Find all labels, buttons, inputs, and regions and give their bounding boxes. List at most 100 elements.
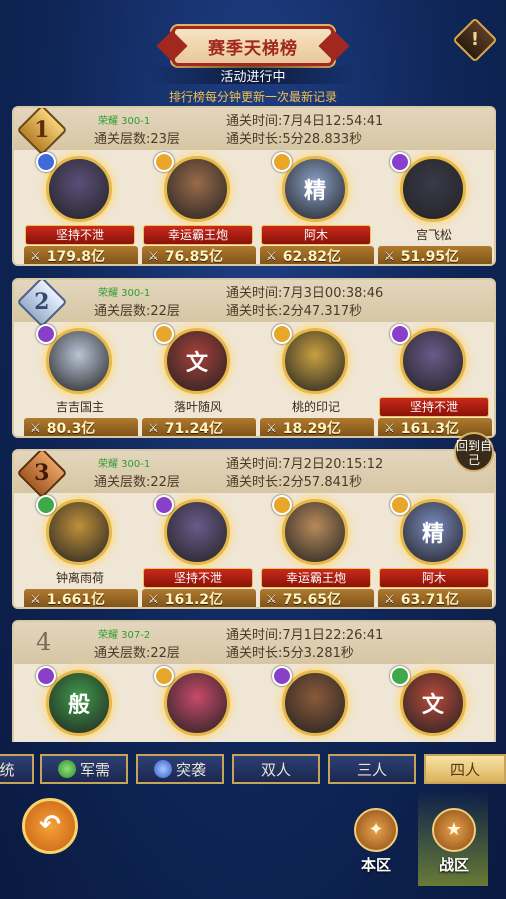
team-member[interactable]: 吉吉国主 ⚔ 80.3亿 [20, 322, 140, 436]
glory-tag: 荣耀 307-2 [98, 630, 151, 641]
rank-card[interactable]: 2 荣耀 300-1 通关层数:22层 通关时间:7月3日00:38:46 通关… [12, 278, 496, 438]
rank-number: 2 [34, 289, 50, 315]
team-member[interactable]: 精 阿木 ⚔ 63.71亿 [374, 493, 494, 607]
clear-layers: 通关层数:23层 [94, 132, 180, 147]
team-member[interactable]: 幸运霸王炮 ⚔ 75.65亿 [256, 493, 376, 608]
clear-layers: 通关层数:22层 [94, 304, 180, 319]
alert-icon[interactable]: ! [452, 17, 498, 63]
rank-number: 4 [36, 628, 52, 656]
faction-purple-icon [272, 666, 292, 686]
sword-icon: ⚔ [384, 421, 395, 435]
glory-tag: 荣耀 300-1 [98, 459, 151, 470]
faction-gold-icon [154, 152, 174, 172]
faction-purple-icon [154, 495, 174, 515]
hero-avatar [46, 156, 112, 222]
card-header: 3 荣耀 300-1 通关层数:22层 通关时间:7月2日20:15:12 通关… [14, 451, 494, 499]
player-name: 钟离雨荷 [55, 571, 104, 585]
sword-icon: ⚔ [148, 592, 159, 606]
power-value: ⚔ 62.82亿 [260, 246, 374, 264]
team-member[interactable]: 坚持不泄 ⚔ 179.8亿 [20, 150, 140, 265]
team-member[interactable] [256, 664, 376, 742]
rank-card[interactable]: 4 荣耀 307-2 通关层数:22层 通关时间:7月1日22:26:41 通关… [12, 620, 496, 742]
team-member[interactable]: 幸运霸王炮 ⚔ 76.85亿 [138, 150, 258, 265]
team-member[interactable] [138, 664, 258, 742]
team-member[interactable]: 坚持不泄 ⚔ 161.2亿 [138, 493, 258, 608]
clear-duration: 通关时长:5分28.833秒 [226, 132, 363, 147]
filter-tab[interactable]: 双人 [232, 754, 320, 784]
local-zone-button[interactable]: ✦ 本区 [350, 808, 402, 880]
local-zone-icon: ✦ [354, 808, 398, 852]
team-member[interactable]: 宫飞松 ⚔ 51.95亿 [374, 150, 494, 264]
hero-avatar [282, 670, 348, 736]
rank-card[interactable]: 3 荣耀 300-1 通关层数:22层 通关时间:7月2日20:15:12 通关… [12, 449, 496, 609]
team-members: 般 文 [14, 664, 494, 742]
team-member[interactable]: 精 阿木 ⚔ 62.82亿 [256, 150, 376, 264]
back-button[interactable]: ↶ [22, 798, 78, 854]
sword-icon: ⚔ [30, 421, 41, 435]
leaderboard-list[interactable]: 1 荣耀 300-1 通关层数:23层 通关时间:7月4日12:54:41 通关… [8, 106, 498, 742]
team-member[interactable]: 文 [374, 664, 494, 742]
power-text: 76.85亿 [164, 249, 224, 265]
glory-tag: 荣耀 300-1 [98, 288, 151, 299]
sword-icon: ⚔ [266, 592, 277, 606]
power-text: 75.65亿 [282, 592, 342, 608]
filter-tab[interactable]: 军需 [40, 754, 128, 784]
rank-card[interactable]: 1 荣耀 300-1 通关层数:23层 通关时间:7月4日12:54:41 通关… [12, 106, 496, 266]
hero-avatar [400, 328, 466, 394]
power-text: 161.3亿 [400, 421, 460, 437]
power-text: 71.24亿 [164, 421, 224, 437]
power-value: ⚔ 75.65亿 [260, 589, 374, 608]
header: 赛季天梯榜 活动进行中 排行榜每分钟更新一次最新记录 ! [0, 0, 506, 108]
glory-tag: 荣耀 300-1 [98, 116, 151, 127]
team-members: 钟离雨荷 ⚔ 1.661亿 坚持不泄 ⚔ 161.2亿 幸运霸王炮 ⚔ 75.65亿 … [14, 493, 494, 608]
filter-label: 突袭 [175, 760, 206, 779]
clear-duration: 通关时长:2分47.317秒 [226, 304, 363, 319]
filter-tab[interactable]: 突袭 [136, 754, 224, 784]
hero-avatar: 文 [164, 328, 230, 394]
team-member[interactable]: 文 落叶随风 ⚔ 71.24亿 [138, 322, 258, 437]
local-zone-label: 本区 [360, 856, 391, 874]
war-zone-label: 战区 [438, 856, 469, 874]
power-text: 161.2亿 [164, 592, 224, 608]
team-member[interactable]: 般 [20, 664, 140, 742]
power-text: 179.8亿 [46, 249, 106, 265]
war-zone-button[interactable]: ★ 战区 [428, 808, 480, 880]
filter-label: 统 [0, 760, 15, 779]
card-header: 1 荣耀 300-1 通关层数:23层 通关时间:7月4日12:54:41 通关… [14, 108, 494, 156]
filter-tab[interactable]: 四人 [424, 754, 506, 784]
rank-badge-icon: 1 [16, 108, 68, 156]
filter-tab[interactable]: 三人 [328, 754, 416, 784]
sword-icon: ⚔ [148, 249, 159, 263]
bottom-nav: ↶ ✦ 本区 ★ 战区 [0, 790, 506, 899]
team-member[interactable]: 桃的印记 ⚔ 18.29亿 [256, 322, 376, 437]
return-to-self-button[interactable]: 回到自己 [454, 432, 494, 472]
team-members: 吉吉国主 ⚔ 80.3亿 文 落叶随风 ⚔ 71.24亿 桃的印记 ⚔ 18.29亿 … [14, 322, 494, 437]
avatar-glyph: 文 [421, 693, 444, 718]
hero-avatar [282, 499, 348, 565]
team-member[interactable]: 钟离雨荷 ⚔ 1.661亿 [20, 493, 140, 608]
hero-avatar [400, 156, 466, 222]
page-title: 赛季天梯榜 [172, 26, 334, 66]
team-member[interactable]: 坚持不泄 ⚔ 161.3亿 [374, 322, 494, 437]
faction-gold-icon [272, 324, 292, 344]
avatar-glyph: 精 [303, 179, 326, 204]
filter-tab[interactable]: 统 [0, 754, 34, 784]
faction-green-icon [36, 495, 56, 515]
power-text: 1.661亿 [46, 592, 106, 608]
card-header: 4 荣耀 307-2 通关层数:22层 通关时间:7月1日22:26:41 通关… [14, 622, 494, 664]
hero-avatar [164, 499, 230, 565]
hero-avatar [164, 670, 230, 736]
clear-duration: 通关时长:2分57.841秒 [226, 475, 363, 490]
sword-icon: ⚔ [266, 249, 277, 263]
player-name: 坚持不泄 [26, 226, 134, 244]
update-notice: 排行榜每分钟更新一次最新记录 [168, 90, 337, 104]
page-title-text: 赛季天梯榜 [208, 38, 298, 59]
faction-green-icon [390, 666, 410, 686]
hero-avatar: 文 [400, 670, 466, 736]
power-value: ⚔ 18.29亿 [260, 418, 374, 437]
hero-avatar [46, 328, 112, 394]
event-status: 活动进行中 [150, 66, 356, 85]
power-text: 18.29亿 [282, 421, 342, 437]
faction-gold-icon [390, 495, 410, 515]
card-header: 2 荣耀 300-1 通关层数:22层 通关时间:7月3日00:38:46 通关… [14, 280, 494, 328]
